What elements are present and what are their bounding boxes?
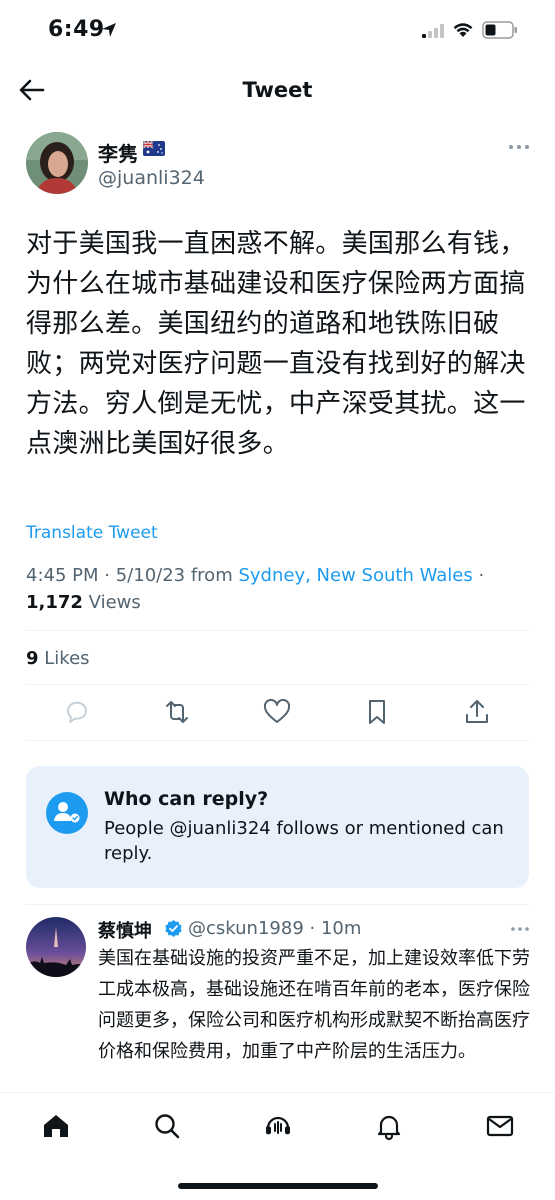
home-indicator[interactable]: [178, 1183, 378, 1189]
who-can-reply-description: People @juanli324 follows or mentioned c…: [104, 818, 504, 864]
search-icon[interactable]: [152, 1111, 182, 1141]
likes-count: 9: [26, 648, 39, 669]
author-avatar[interactable]: [26, 132, 88, 194]
divider: [26, 740, 530, 741]
views-count: 1,172: [26, 592, 83, 613]
tweet-views[interactable]: 1,172 Views: [26, 592, 141, 613]
status-time: 6:49: [48, 17, 105, 42]
retweet-icon[interactable]: [162, 697, 192, 727]
reply-text: 美国在基础设施的投资严重不足，加上建设效率低下劳工成本极高，基础设施还在啃百年前…: [98, 948, 530, 1062]
tweet-from-label: from: [190, 565, 233, 586]
tweet-actions: [26, 697, 530, 733]
page-title: Tweet: [242, 78, 313, 102]
tweet-date: 5/10/23: [115, 565, 186, 586]
tweet-author: 李隽 @juanli324: [26, 132, 530, 198]
tweet-meta: 4:45 PM · 5/10/23 from Sydney, New South…: [26, 565, 485, 586]
like-icon[interactable]: [262, 697, 292, 727]
reply-handle-time: @cskun1989 · 10m: [188, 918, 362, 939]
cellular-signal-icon: [422, 24, 444, 38]
reply-tweet[interactable]: 蔡慎坤 @cskun1989 · 10m 美国在基础设施的投资严重不足，加上建设…: [26, 905, 530, 1091]
top-nav: Tweet: [0, 62, 555, 118]
spaces-icon[interactable]: [263, 1111, 293, 1141]
mentioned-user-icon: [46, 792, 88, 834]
status-bar: 6:49: [0, 0, 555, 62]
messages-icon[interactable]: [485, 1111, 515, 1141]
divider: [26, 684, 530, 685]
who-can-reply-title: Who can reply?: [104, 788, 269, 810]
divider: [26, 630, 530, 631]
location-arrow-icon: [102, 23, 116, 37]
australia-flag-icon: [143, 141, 165, 156]
reply-author-name[interactable]: 蔡慎坤: [98, 917, 152, 943]
likes-label: Likes: [44, 648, 90, 669]
more-horizontal-icon[interactable]: [508, 142, 530, 152]
author-name[interactable]: 李隽: [98, 138, 138, 167]
tweet-time: 4:45 PM: [26, 565, 99, 586]
home-icon[interactable]: [41, 1111, 71, 1141]
author-handle[interactable]: @juanli324: [98, 167, 205, 189]
share-icon[interactable]: [462, 697, 492, 727]
likes-count-link[interactable]: 9 Likes: [26, 648, 90, 669]
who-can-reply-card: Who can reply? People @juanli324 follows…: [26, 766, 529, 888]
verified-badge-icon: [165, 919, 182, 938]
tweet-text: 对于美国我一直困惑不解。美国那么有钱，为什么在城市基础建设和医疗保险两方面搞得那…: [26, 229, 526, 459]
notifications-icon[interactable]: [374, 1111, 404, 1141]
tweet-location-link[interactable]: Sydney, New South Wales: [238, 565, 472, 586]
reply-author-handle: @cskun1989: [188, 918, 304, 939]
wifi-icon: [453, 23, 473, 37]
reply-time: 10m: [320, 918, 362, 939]
reply-icon[interactable]: [62, 697, 92, 727]
views-label: Views: [88, 592, 141, 613]
bookmark-icon[interactable]: [362, 697, 392, 727]
translate-tweet-link[interactable]: Translate Tweet: [26, 523, 158, 543]
reply-author-avatar[interactable]: [26, 917, 86, 977]
more-horizontal-icon[interactable]: [510, 925, 530, 933]
battery-icon: [482, 21, 517, 39]
